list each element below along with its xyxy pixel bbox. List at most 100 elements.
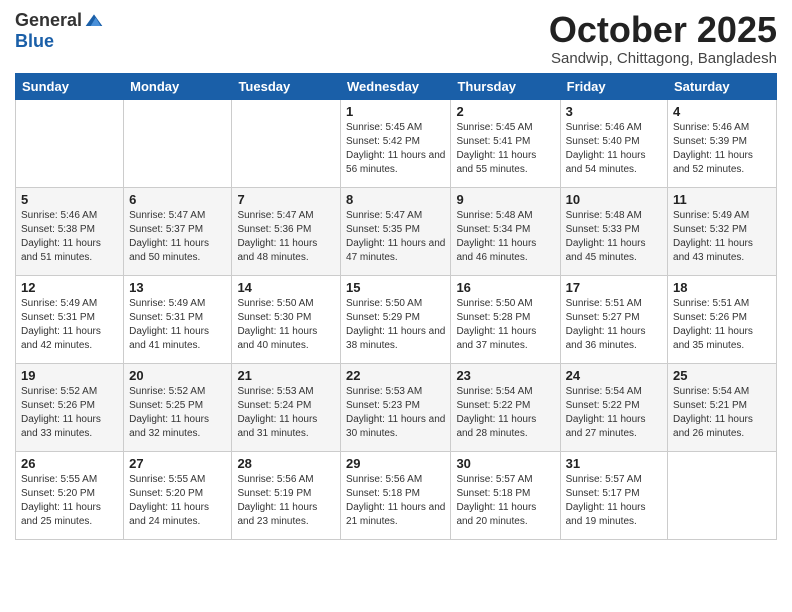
day-info: Sunrise: 5:47 AM Sunset: 5:35 PM Dayligh… [346, 209, 445, 265]
table-row: 7 Sunrise: 5:47 AM Sunset: 5:36 PM Daylig… [232, 187, 341, 275]
table-row: 30 Sunrise: 5:57 AM Sunset: 5:18 PM Dayli… [451, 451, 560, 539]
day-number: 31 [566, 456, 662, 471]
table-row: 27 Sunrise: 5:55 AM Sunset: 5:20 PM Dayli… [124, 451, 232, 539]
table-row: 17 Sunrise: 5:51 AM Sunset: 5:27 PM Dayli… [560, 275, 667, 363]
day-number: 19 [21, 368, 118, 383]
table-row: 22 Sunrise: 5:53 AM Sunset: 5:23 PM Dayli… [341, 363, 451, 451]
table-row: 6 Sunrise: 5:47 AM Sunset: 5:37 PM Daylig… [124, 187, 232, 275]
day-number: 1 [346, 104, 445, 119]
day-number: 5 [21, 192, 118, 207]
day-number: 14 [237, 280, 335, 295]
day-info: Sunrise: 5:49 AM Sunset: 5:32 PM Dayligh… [673, 209, 771, 265]
day-info: Sunrise: 5:53 AM Sunset: 5:23 PM Dayligh… [346, 385, 445, 441]
day-number: 16 [456, 280, 554, 295]
table-row: 18 Sunrise: 5:51 AM Sunset: 5:26 PM Dayli… [668, 275, 777, 363]
day-number: 4 [673, 104, 771, 119]
calendar-table: Sunday Monday Tuesday Wednesday Thursday… [15, 73, 777, 540]
day-number: 3 [566, 104, 662, 119]
table-row: 25Sunrise: 5:54 AM Sunset: 5:21 PM Dayli… [668, 363, 777, 451]
day-info: Sunrise: 5:47 AM Sunset: 5:37 PM Dayligh… [129, 209, 226, 265]
day-info: Sunrise: 5:46 AM Sunset: 5:38 PM Dayligh… [21, 209, 118, 265]
day-info: Sunrise: 5:47 AM Sunset: 5:36 PM Dayligh… [237, 209, 335, 265]
day-number: 22 [346, 368, 445, 383]
table-row: 19 Sunrise: 5:52 AM Sunset: 5:26 PM Dayli… [16, 363, 124, 451]
table-row: 20 Sunrise: 5:52 AM Sunset: 5:25 PM Dayli… [124, 363, 232, 451]
page-container: General Blue October 2025 Sandwip, Chitt… [0, 0, 792, 550]
day-number: 26 [21, 456, 118, 471]
day-info: Sunrise: 5:49 AM Sunset: 5:31 PM Dayligh… [21, 297, 118, 353]
day-number: 21 [237, 368, 335, 383]
title-section: October 2025 Sandwip, Chittagong, Bangla… [549, 10, 777, 67]
day-info: Sunrise: 5:57 AM Sunset: 5:17 PM Dayligh… [566, 473, 662, 529]
logo-general-text: General [15, 10, 82, 31]
header-tuesday: Tuesday [232, 73, 341, 99]
logo-icon [84, 11, 104, 31]
header-sunday: Sunday [16, 73, 124, 99]
day-number: 28 [237, 456, 335, 471]
table-row: 8 Sunrise: 5:47 AM Sunset: 5:35 PM Daylig… [341, 187, 451, 275]
day-info: Sunrise: 5:48 AM Sunset: 5:34 PM Dayligh… [456, 209, 554, 265]
table-row [16, 99, 124, 187]
table-row: 2 Sunrise: 5:45 AM Sunset: 5:41 PM Daylig… [451, 99, 560, 187]
day-info: Sunrise: 5:46 AM Sunset: 5:39 PM Dayligh… [673, 121, 771, 177]
week-row-0: 1 Sunrise: 5:45 AM Sunset: 5:42 PM Daylig… [16, 99, 777, 187]
day-number: 13 [129, 280, 226, 295]
day-info: Sunrise: 5:46 AM Sunset: 5:40 PM Dayligh… [566, 121, 662, 177]
day-info: Sunrise: 5:45 AM Sunset: 5:41 PM Dayligh… [456, 121, 554, 177]
day-number: 27 [129, 456, 226, 471]
table-row: 9 Sunrise: 5:48 AM Sunset: 5:34 PM Daylig… [451, 187, 560, 275]
table-row [232, 99, 341, 187]
week-row-2: 12 Sunrise: 5:49 AM Sunset: 5:31 PM Dayli… [16, 275, 777, 363]
day-info: Sunrise: 5:50 AM Sunset: 5:29 PM Dayligh… [346, 297, 445, 353]
table-row: 26Sunrise: 5:55 AM Sunset: 5:20 PM Dayli… [16, 451, 124, 539]
day-number: 10 [566, 192, 662, 207]
day-number: 6 [129, 192, 226, 207]
day-number: 20 [129, 368, 226, 383]
day-info: Sunrise: 5:51 AM Sunset: 5:26 PM Dayligh… [673, 297, 771, 353]
day-info: Sunrise: 5:51 AM Sunset: 5:27 PM Dayligh… [566, 297, 662, 353]
day-number: 9 [456, 192, 554, 207]
table-row: 15Sunrise: 5:50 AM Sunset: 5:29 PM Dayli… [341, 275, 451, 363]
day-info: Sunrise: 5:45 AM Sunset: 5:42 PM Dayligh… [346, 121, 445, 177]
table-row: 5 Sunrise: 5:46 AM Sunset: 5:38 PM Daylig… [16, 187, 124, 275]
day-number: 8 [346, 192, 445, 207]
table-row: 11 Sunrise: 5:49 AM Sunset: 5:32 PM Dayli… [668, 187, 777, 275]
week-row-4: 26 Sunrise: 5:55 AM Sunset: 5:20 PM Dayli… [16, 451, 777, 539]
weekday-header-row: Sunday Monday Tuesday Wednesday Thursday… [16, 73, 777, 99]
header-saturday: Saturday [668, 73, 777, 99]
day-number: 30 [456, 456, 554, 471]
day-number: 2 [456, 104, 554, 119]
table-row: 21 Sunrise: 5:53 AM Sunset: 5:24 PM Dayli… [232, 363, 341, 451]
day-number: 11 [673, 192, 771, 207]
table-row [124, 99, 232, 187]
table-row: 28Sunrise: 5:56 AM Sunset: 5:19 PM Dayli… [232, 451, 341, 539]
day-number: 12 [21, 280, 118, 295]
week-row-3: 19 Sunrise: 5:52 AM Sunset: 5:26 PM Dayli… [16, 363, 777, 451]
day-info: Sunrise: 5:49 AM Sunset: 5:31 PM Dayligh… [129, 297, 226, 353]
table-row: 13 Sunrise: 5:49 AM Sunset: 5:31 PM Dayli… [124, 275, 232, 363]
table-row: 16Sunrise: 5:50 AM Sunset: 5:28 PM Dayli… [451, 275, 560, 363]
day-number: 24 [566, 368, 662, 383]
day-info: Sunrise: 5:54 AM Sunset: 5:22 PM Dayligh… [456, 385, 554, 441]
day-info: Sunrise: 5:54 AM Sunset: 5:22 PM Dayligh… [566, 385, 662, 441]
day-info: Sunrise: 5:54 AM Sunset: 5:21 PM Dayligh… [673, 385, 771, 441]
table-row [668, 451, 777, 539]
header-friday: Friday [560, 73, 667, 99]
table-row: 14 Sunrise: 5:50 AM Sunset: 5:30 PM Dayli… [232, 275, 341, 363]
day-info: Sunrise: 5:57 AM Sunset: 5:18 PM Dayligh… [456, 473, 554, 529]
table-row: 1 Sunrise: 5:45 AM Sunset: 5:42 PM Daylig… [341, 99, 451, 187]
table-row: 31 Sunrise: 5:57 AM Sunset: 5:17 PM Dayli… [560, 451, 667, 539]
table-row: 23Sunrise: 5:54 AM Sunset: 5:22 PM Dayli… [451, 363, 560, 451]
day-info: Sunrise: 5:53 AM Sunset: 5:24 PM Dayligh… [237, 385, 335, 441]
header-thursday: Thursday [451, 73, 560, 99]
day-info: Sunrise: 5:52 AM Sunset: 5:26 PM Dayligh… [21, 385, 118, 441]
day-number: 17 [566, 280, 662, 295]
day-info: Sunrise: 5:55 AM Sunset: 5:20 PM Dayligh… [129, 473, 226, 529]
header-wednesday: Wednesday [341, 73, 451, 99]
day-info: Sunrise: 5:52 AM Sunset: 5:25 PM Dayligh… [129, 385, 226, 441]
day-info: Sunrise: 5:50 AM Sunset: 5:30 PM Dayligh… [237, 297, 335, 353]
day-number: 7 [237, 192, 335, 207]
header-monday: Monday [124, 73, 232, 99]
week-row-1: 5 Sunrise: 5:46 AM Sunset: 5:38 PM Daylig… [16, 187, 777, 275]
day-number: 18 [673, 280, 771, 295]
